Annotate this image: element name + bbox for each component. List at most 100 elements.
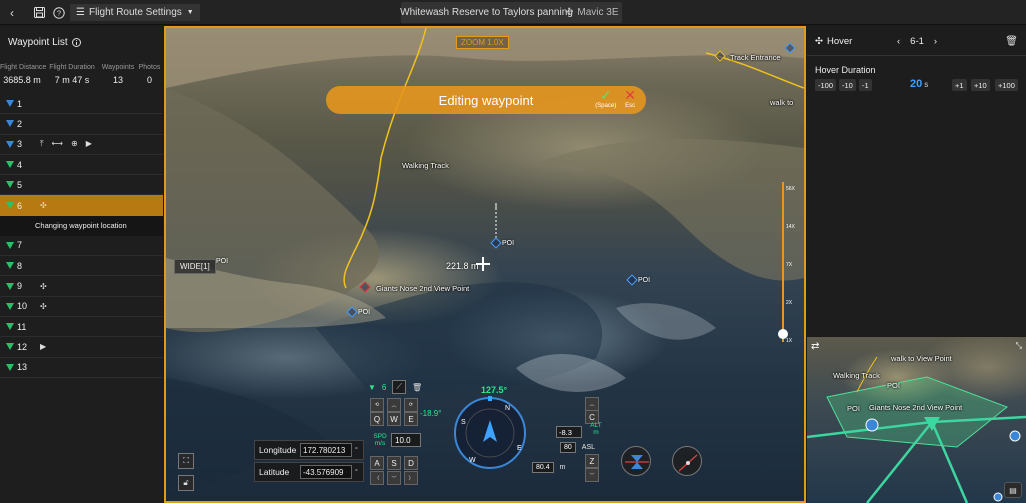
waypoint-row[interactable]: 9 ✣ [0, 276, 163, 297]
fit-view-icon[interactable]: ⛶ [178, 453, 194, 469]
compass-icon[interactable]: N E S W [453, 396, 527, 470]
descend-arrow-key[interactable]: ﹀ [585, 468, 599, 482]
svg-text:?: ? [57, 8, 61, 17]
zoom-slider-handle[interactable] [778, 329, 788, 339]
lock-icon[interactable]: 🔓︎ [178, 475, 194, 491]
minus-100-button[interactable]: -100 [815, 79, 837, 91]
longitude-input[interactable] [300, 443, 352, 457]
key-d[interactable]: D [404, 456, 418, 470]
distance-label: 221.8 m [446, 261, 479, 271]
gimbal-icon: ⤒ [40, 139, 44, 149]
chevron-right-icon[interactable]: › [934, 36, 937, 47]
view-point-marker[interactable] [359, 281, 371, 293]
waypoint-row[interactable]: 12 ▶ [0, 337, 163, 358]
minus-1-button[interactable]: -1 [859, 79, 872, 91]
key-q[interactable]: Q [370, 412, 384, 426]
zoom-slider[interactable]: 56X 14X 7X 2X 1X [778, 182, 795, 344]
map-3d-view[interactable]: ZOOM 1.0X Editing waypoint ✓ (Space) ✕ E… [164, 26, 806, 503]
poi-marker[interactable]: POI [490, 237, 514, 249]
waypoint-row[interactable]: 3 ⤒ ⟷ ⊕ ▶ [0, 135, 163, 155]
waypoint-number: 10 [17, 301, 28, 312]
pan-icon: ⟷ [51, 139, 64, 149]
delete-action-icon[interactable]: 🗑︎ [1005, 36, 1018, 47]
minus-10-button[interactable]: -10 [839, 79, 856, 91]
info-icon[interactable] [71, 38, 81, 47]
waypoint-marker-icon [6, 241, 14, 249]
hover-icon: ✣ [40, 201, 47, 211]
poi-marker[interactable]: POI [216, 258, 228, 265]
key-w[interactable]: W [387, 412, 401, 426]
flight-stats: Flight Distance 3685.8 m Flight Duration… [0, 64, 163, 85]
flight-route-settings-button[interactable]: ☰ Flight Route Settings ▼ [70, 4, 200, 21]
poi-diamond-icon [346, 306, 358, 318]
poi-marker[interactable]: POI [626, 274, 650, 286]
back-icon[interactable]: ‹ [6, 5, 18, 20]
hud-slash-button[interactable]: ⟋ [392, 380, 406, 394]
waypoint-row[interactable]: 8 [0, 256, 163, 277]
confirm-button[interactable]: ✓ (Space) [595, 88, 616, 110]
wide-camera-badge[interactable]: WIDE[1] [174, 259, 216, 274]
ascend-arrow-key[interactable]: ︿ [585, 397, 599, 411]
hover-icon: ✣ [40, 301, 47, 311]
right-key[interactable]: 〉 [404, 471, 418, 485]
rotate-right-key[interactable]: ⟳ [404, 398, 418, 412]
collapse-minimap-icon[interactable]: ⤡ [1016, 341, 1022, 351]
poi-marker[interactable] [784, 42, 796, 54]
cancel-hint: Esc [625, 103, 636, 109]
waypoint-list-title: Waypoint List [8, 37, 81, 48]
route-settings-icon: ☰ [76, 7, 85, 18]
stat-flight-duration: Flight Duration 7 m 47 s [49, 64, 95, 85]
save-icon[interactable] [32, 5, 46, 20]
waypoint-marker-icon [6, 100, 14, 108]
waypoint-row[interactable]: 1 [0, 94, 163, 115]
latitude-input[interactable] [300, 465, 352, 479]
waypoint-action-icons: ⤒ ⟷ ⊕ ▶ [40, 139, 92, 149]
left-key[interactable]: 〈 [370, 471, 384, 485]
feedback-icon[interactable]: ▤ [1004, 482, 1022, 498]
waypoint-row[interactable]: 2 [0, 114, 163, 135]
key-e[interactable]: E [404, 412, 418, 426]
waypoint-row[interactable]: 7 [0, 236, 163, 257]
plus-100-button[interactable]: +100 [995, 79, 1018, 91]
waypoint-marker-icon [6, 181, 14, 189]
zoom-tick: 1X [786, 338, 793, 344]
speed-input[interactable] [391, 433, 421, 447]
waypoint-row[interactable]: 6 ✣ [0, 195, 163, 216]
waypoint-row[interactable]: 5 [0, 175, 163, 196]
waypoint-row[interactable]: 13 [0, 358, 163, 378]
rotate-left-key[interactable]: ⟲ [370, 398, 384, 412]
key-a[interactable]: A [370, 456, 384, 470]
waypoint-marker-icon [6, 120, 14, 128]
key-z[interactable]: Z [585, 454, 599, 468]
waypoint-row[interactable]: 10 ✣ [0, 297, 163, 317]
poi-marker[interactable]: POI [346, 306, 371, 318]
waypoint-action-icons: ✣ [40, 201, 47, 210]
plus-10-button[interactable]: +10 [971, 79, 990, 91]
track-entrance-marker[interactable] [714, 50, 726, 62]
zoom-tick: 7X [786, 262, 793, 268]
waypoint-marker-icon [6, 161, 14, 169]
hover-icon: ✣ [815, 36, 823, 47]
ground-distance-value: 80.4 [532, 462, 554, 473]
hud-waypoint-triangle-icon: ▼ [368, 382, 376, 392]
altitude-input[interactable] [556, 426, 582, 438]
minimap-label-view-point: Giants Nose 2nd View Point [869, 403, 963, 412]
minimap[interactable]: walk to View Point Walking Track POI POI… [807, 337, 1026, 503]
zoom-tick: 56X [786, 186, 795, 192]
swap-view-icon[interactable]: ⇄ [811, 341, 819, 352]
cancel-button[interactable]: ✕ Esc [624, 88, 636, 110]
longitude-label: Longitude [259, 445, 297, 455]
ground-distance-unit: m [559, 464, 566, 471]
poi-label: POI [358, 308, 371, 316]
key-s[interactable]: S [387, 456, 401, 470]
zoom-level-badge[interactable]: ZOOM 1.0X [456, 36, 509, 49]
help-icon[interactable]: ? [52, 5, 66, 20]
trash-icon[interactable]: 🗑︎ [412, 383, 422, 392]
down-key[interactable]: ﹀ [387, 471, 401, 485]
chevron-left-icon[interactable]: ‹ [897, 36, 900, 47]
plus-1-button[interactable]: +1 [952, 79, 967, 91]
waypoint-row[interactable]: 4 [0, 155, 163, 176]
up-key[interactable]: ︿ [387, 398, 401, 412]
hover-duration-value[interactable]: 20 s [910, 78, 928, 90]
waypoint-row[interactable]: 11 [0, 317, 163, 338]
